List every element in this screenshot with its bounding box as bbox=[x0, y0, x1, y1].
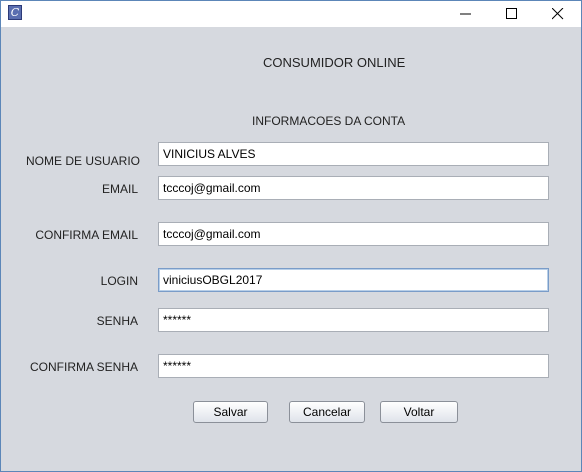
app-window: C CONSUMIDOR ONLINE INFORMACOES DA CONTA… bbox=[0, 0, 582, 472]
login-input[interactable] bbox=[158, 268, 549, 292]
confirma-email-input[interactable] bbox=[158, 222, 549, 246]
senha-input[interactable] bbox=[158, 308, 549, 332]
confirma-email-label: CONFIRMA EMAIL bbox=[35, 228, 138, 242]
voltar-button[interactable]: Voltar bbox=[380, 401, 458, 423]
section-subtitle: INFORMACOES DA CONTA bbox=[252, 114, 406, 128]
minimize-icon bbox=[460, 13, 471, 15]
close-icon bbox=[552, 8, 564, 20]
salvar-button[interactable]: Salvar bbox=[193, 401, 268, 423]
nome-de-usuario-label: NOME DE USUARIO bbox=[26, 154, 141, 168]
senha-label: SENHA bbox=[96, 314, 138, 328]
page-title: CONSUMIDOR ONLINE bbox=[263, 55, 406, 70]
maximize-icon bbox=[506, 8, 517, 19]
close-button[interactable] bbox=[535, 1, 581, 27]
confirma-senha-label: CONFIRMA SENHA bbox=[29, 360, 138, 374]
confirma-senha-input[interactable] bbox=[158, 354, 549, 378]
java-app-icon[interactable]: C bbox=[8, 5, 22, 20]
maximize-button[interactable] bbox=[489, 1, 535, 27]
cancelar-button[interactable]: Cancelar bbox=[289, 401, 365, 423]
title-bar[interactable]: C bbox=[1, 1, 581, 27]
email-label: EMAIL bbox=[101, 182, 138, 196]
email-input[interactable] bbox=[158, 176, 549, 200]
nome-de-usuario-input[interactable] bbox=[158, 142, 549, 166]
login-label: LOGIN bbox=[100, 274, 138, 288]
minimize-button[interactable] bbox=[443, 1, 489, 27]
